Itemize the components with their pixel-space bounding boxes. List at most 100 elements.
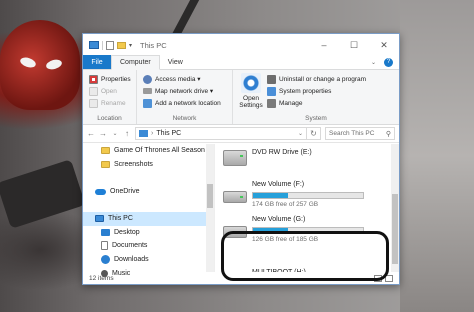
- pc-icon: [95, 215, 104, 223]
- nav-item-label: This PC: [108, 215, 133, 223]
- nav-scrollbar-thumb[interactable]: [207, 184, 213, 208]
- search-icon: ⚲: [385, 130, 391, 138]
- nav-item[interactable]: This PC: [83, 211, 214, 226]
- nav-item-label: Documents: [112, 242, 148, 250]
- open-settings-label: Open Settings: [239, 95, 263, 109]
- manage-button[interactable]: Manage: [267, 97, 366, 109]
- network-location-icon: [143, 98, 152, 108]
- nav-item-label: Downloads: [114, 256, 149, 264]
- uninstall-icon: [267, 74, 276, 84]
- rename-button[interactable]: Rename: [89, 97, 136, 109]
- new-folder-icon[interactable]: [117, 41, 126, 49]
- content-scrollbar[interactable]: [391, 144, 399, 272]
- address-bar[interactable]: › This PC ⌄: [135, 127, 307, 140]
- window-title: This PC: [140, 40, 167, 50]
- nav-item[interactable]: Screenshots: [83, 158, 214, 172]
- desktop-icon: [101, 228, 110, 236]
- drive-usage-fill: [253, 193, 289, 198]
- media-icon: [143, 74, 152, 84]
- hard-drive-icon: [223, 191, 247, 203]
- drive-name: New Volume (F:): [252, 181, 305, 188]
- onedrive-icon: [95, 188, 106, 195]
- breadcrumb-separator: ›: [151, 130, 154, 137]
- breadcrumb-this-pc[interactable]: This PC: [156, 130, 181, 137]
- manage-icon: [267, 98, 276, 108]
- manage-label: Manage: [279, 99, 303, 107]
- group-label-network: Network: [172, 115, 197, 122]
- maximize-button[interactable]: ☐: [339, 34, 369, 56]
- nav-item[interactable]: Documents: [83, 239, 214, 253]
- separator: [102, 40, 103, 50]
- wallpaper-character: [0, 20, 80, 110]
- refresh-icon[interactable]: ↻: [307, 127, 321, 140]
- nav-item-label: Game Of Thrones All Season: [114, 147, 205, 155]
- map-network-drive-label: Map network drive ▾: [155, 88, 214, 95]
- chevron-down-icon[interactable]: ⌄: [298, 130, 303, 137]
- tab-view[interactable]: View: [160, 55, 191, 69]
- nav-item-label: Screenshots: [114, 160, 153, 168]
- tab-computer[interactable]: Computer: [111, 55, 160, 70]
- nav-item-label: OneDrive: [110, 188, 140, 196]
- drive-tile[interactable]: DVD RW Drive (E:): [223, 148, 393, 180]
- open-button[interactable]: Open: [89, 85, 136, 97]
- rename-icon: [89, 98, 98, 108]
- properties-icon[interactable]: [106, 40, 114, 50]
- pc-icon: [89, 41, 99, 49]
- properties-label: Properties: [101, 75, 131, 83]
- ribbon-tabs: File Computer View ⌄ ?: [83, 55, 399, 70]
- open-icon: [89, 86, 98, 96]
- nav-scrollbar[interactable]: [206, 144, 214, 272]
- up-arrow-icon[interactable]: ↑: [123, 129, 131, 138]
- access-media-button[interactable]: Access media ▾: [143, 73, 232, 85]
- uninstall-program-button[interactable]: Uninstall or change a program: [267, 73, 366, 85]
- address-row: ← → ⌄ ↑ › This PC ⌄ ↻ Search This PC ⚲: [83, 125, 399, 143]
- close-button[interactable]: ✕: [369, 34, 399, 56]
- dvd-drive-icon: [223, 150, 247, 166]
- search-placeholder: Search This PC: [329, 130, 375, 137]
- quick-access-toolbar: ▾: [89, 40, 132, 50]
- add-network-location-button[interactable]: Add a network location: [143, 97, 232, 109]
- chevron-down-icon[interactable]: ▾: [129, 42, 132, 49]
- help-icon[interactable]: ?: [384, 57, 393, 67]
- ribbon-group-system: Open Settings Uninstall or change a prog…: [233, 70, 399, 124]
- navigation-pane: Game Of Thrones All Season Screenshots One…: [83, 144, 215, 277]
- downloads-icon: [101, 255, 110, 265]
- nav-item[interactable]: OneDrive: [83, 185, 214, 199]
- rename-label: Rename: [101, 99, 126, 107]
- nav-item[interactable]: Downloads: [83, 253, 214, 267]
- drive-tile[interactable]: New Volume (F:) 174 GB free of 257 GB: [223, 180, 393, 212]
- system-properties-button[interactable]: System properties: [267, 85, 366, 97]
- access-media-label: Access media ▾: [155, 76, 201, 83]
- drive-name: New Volume (G:): [252, 216, 306, 223]
- group-label-location: Location: [97, 115, 122, 122]
- wallpaper-wall: [400, 0, 474, 312]
- title-bar[interactable]: ▾ This PC – ☐ ✕: [83, 34, 399, 56]
- system-properties-label: System properties: [279, 87, 332, 95]
- nav-item[interactable]: Game Of Thrones All Season: [83, 144, 214, 158]
- chevron-down-icon[interactable]: ⌄: [371, 59, 376, 66]
- drive-name: DVD RW Drive (E:): [252, 149, 312, 156]
- item-count: 12 items: [89, 274, 114, 282]
- minimize-button[interactable]: –: [309, 34, 339, 56]
- nav-list: Game Of Thrones All Season Screenshots One…: [83, 144, 214, 280]
- add-network-location-label: Add a network location: [155, 99, 221, 107]
- network-drive-icon: [143, 88, 152, 94]
- folder-icon: [101, 160, 110, 168]
- ribbon-group-location: Properties Open Rename Location: [83, 70, 137, 124]
- content-scrollbar-thumb[interactable]: [392, 194, 398, 264]
- system-properties-icon: [267, 86, 276, 96]
- map-network-drive-button[interactable]: Map network drive ▾: [143, 85, 232, 97]
- forward-arrow-icon[interactable]: →: [99, 129, 107, 138]
- highlight-circle: [221, 231, 389, 281]
- nav-item[interactable]: Desktop: [83, 226, 214, 240]
- folder-icon: [101, 147, 110, 155]
- documents-icon: [101, 241, 108, 251]
- properties-button[interactable]: Properties: [89, 73, 136, 85]
- search-input[interactable]: Search This PC ⚲: [325, 127, 395, 140]
- back-arrow-icon[interactable]: ←: [87, 129, 95, 138]
- nav-item-label: Desktop: [114, 228, 140, 236]
- chevron-down-icon[interactable]: ⌄: [111, 130, 119, 137]
- tab-file[interactable]: File: [83, 55, 111, 69]
